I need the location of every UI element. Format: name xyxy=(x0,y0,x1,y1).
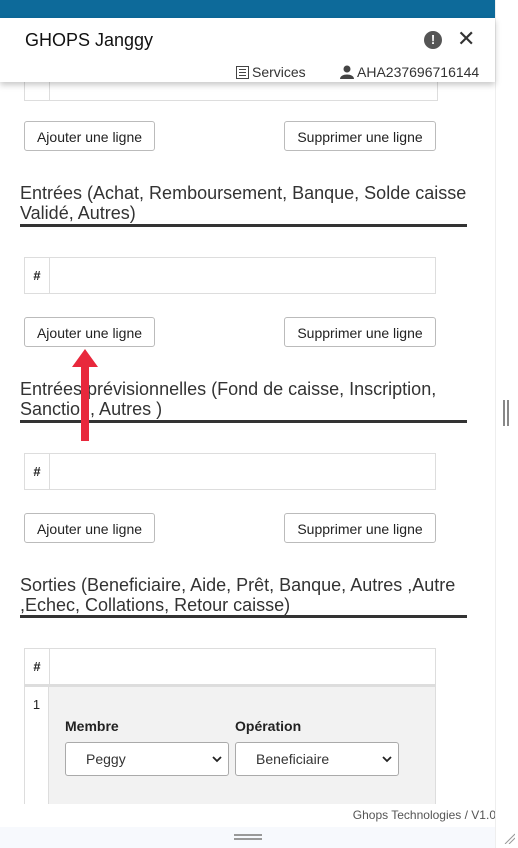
app-title: GHOPS Janggy xyxy=(25,30,154,50)
delete-row-button-previous[interactable]: Supprimer une ligne xyxy=(284,121,436,151)
top-accent-bar xyxy=(0,0,495,18)
delete-row-button-previsions[interactable]: Supprimer une ligne xyxy=(284,513,436,543)
section-divider xyxy=(20,224,467,227)
previous-table-bottom xyxy=(24,82,438,101)
table-row: 1 Membre Peggy Opération Beneficiaire xyxy=(24,685,436,804)
membre-selected-value: Peggy xyxy=(86,751,126,767)
list-icon xyxy=(236,65,249,79)
annotation-arrow-icon xyxy=(72,349,98,441)
membre-label: Membre xyxy=(65,718,119,734)
add-row-button-previous[interactable]: Ajouter une ligne xyxy=(24,121,155,151)
form-scroll-area[interactable]: Ajouter une ligne Supprimer une ligne En… xyxy=(0,82,495,804)
section-title-sorties: Sorties (Beneficiaire, Aide, Prêt, Banqu… xyxy=(20,575,456,615)
operation-label: Opération xyxy=(235,718,302,734)
close-icon[interactable]: ✕ xyxy=(457,27,475,51)
user-account-link[interactable]: AHA237696716144 xyxy=(340,64,479,80)
add-row-button-entrees[interactable]: Ajouter une ligne xyxy=(24,317,155,347)
delete-row-button-entrees[interactable]: Supprimer une ligne xyxy=(284,317,436,347)
add-row-button-previsions[interactable]: Ajouter une ligne xyxy=(24,513,155,543)
corner-resize-icon[interactable] xyxy=(503,832,515,844)
section-divider xyxy=(20,615,467,618)
footer-credit: Ghops Technologies / V1.0 xyxy=(352,808,496,822)
resize-grip-icon[interactable] xyxy=(234,834,262,842)
table-header-hash: # xyxy=(25,649,50,684)
splitter-handle-icon[interactable] xyxy=(503,400,509,426)
app-header: GHOPS Janggy ! ✕ Services AHA23769671614… xyxy=(0,18,495,82)
operation-select[interactable]: Beneficiaire xyxy=(235,742,399,776)
services-label: Services xyxy=(252,64,306,80)
row-index: 1 xyxy=(25,687,49,804)
sorties-table-header: # xyxy=(24,648,436,685)
operation-selected-value: Beneficiaire xyxy=(256,751,330,767)
chevron-down-icon xyxy=(212,756,222,763)
services-link[interactable]: Services xyxy=(236,64,306,80)
table-header-hash: # xyxy=(25,454,50,489)
entrees-table: # xyxy=(24,257,436,294)
user-id-label: AHA237696716144 xyxy=(357,64,480,80)
section-title-entrees: Entrées (Achat, Remboursement, Banque, S… xyxy=(20,183,467,223)
table-header-hash: # xyxy=(25,258,50,293)
info-icon[interactable]: ! xyxy=(424,31,442,49)
previsions-table: # xyxy=(24,453,436,490)
membre-select[interactable]: Peggy xyxy=(65,742,229,776)
user-icon xyxy=(340,65,354,79)
chevron-down-icon xyxy=(382,756,392,763)
